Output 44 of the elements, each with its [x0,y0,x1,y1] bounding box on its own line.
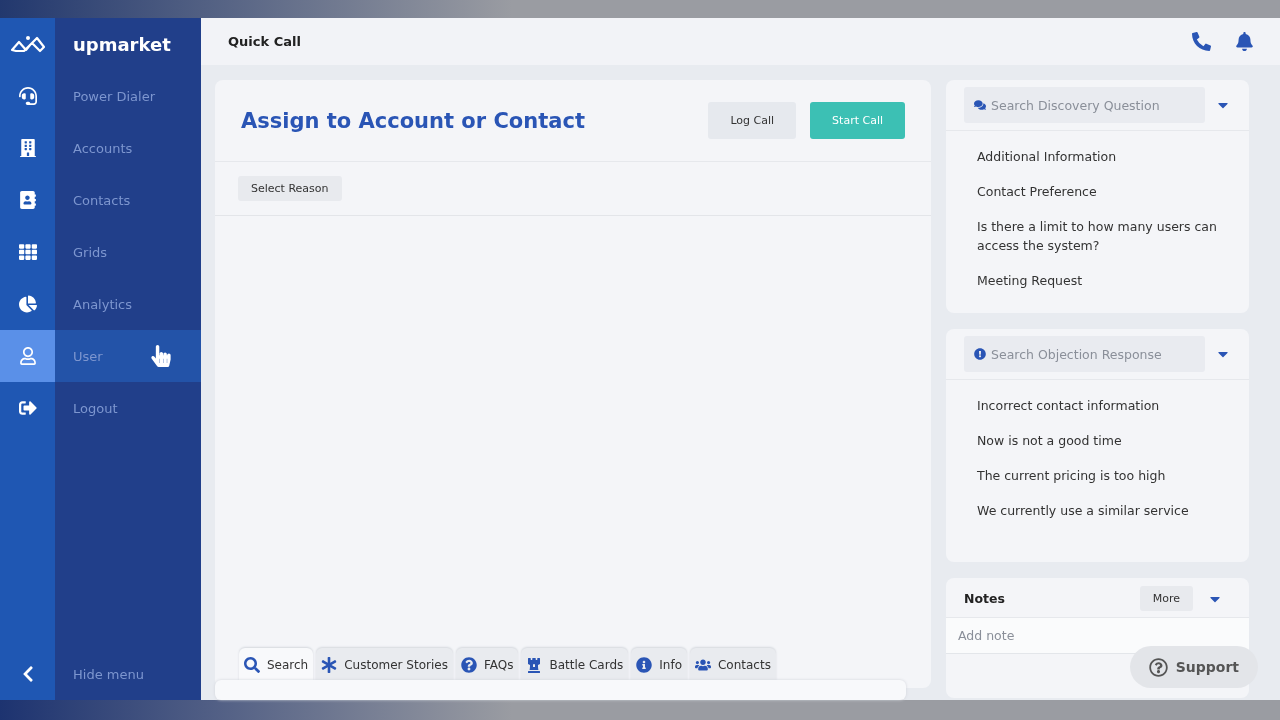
address-book-icon [18,191,37,209]
tab[interactable]: Info [631,648,687,682]
log-call-button[interactable]: Log Call [708,102,797,139]
building-icon [18,139,37,157]
note-input[interactable]: Add note [946,618,1249,654]
list-item[interactable]: Meeting Request [977,263,1229,298]
list-item[interactable]: The current pricing is too high [977,458,1229,493]
user-icon [18,347,37,365]
select-reason-button[interactable]: Select Reason [238,176,342,201]
users-icon [695,657,711,673]
tab[interactable]: Contacts [690,648,776,682]
grid-icon [18,243,37,261]
tab[interactable]: Customer Stories [316,648,453,682]
page-title: Quick Call [228,34,302,49]
exclamation-icon [974,348,986,360]
tab[interactable]: FAQs [455,648,519,682]
notes-title: Notes [964,591,1006,606]
chat-icon [974,99,986,111]
logo-icon [9,34,46,54]
brand-logo: upmarket [72,33,171,55]
list-item[interactable]: Now is not a good time [977,423,1229,458]
search-field[interactable]: Search Discovery Question [964,87,1205,123]
search-icon [244,657,260,673]
more-button[interactable]: More [1139,586,1193,611]
logout-icon [18,399,37,417]
list-item[interactable]: Additional Information [977,139,1229,174]
search-field[interactable]: Search Objection Response [964,336,1205,372]
support-button[interactable]: Support [1129,646,1258,688]
help-icon [1148,657,1168,677]
list-item[interactable]: Contact Preference [977,174,1229,209]
bell-icon[interactable] [1235,32,1254,51]
pie-chart-icon [18,295,37,313]
tab[interactable]: Battle Cards [521,648,629,682]
tab[interactable]: Search [239,648,314,682]
list-item[interactable]: Is there a limit to how many users can access the system? [977,209,1229,263]
question-icon [460,657,477,673]
info-icon [636,657,653,673]
asterisk-icon [321,657,338,673]
headset-icon [18,87,37,105]
phone-icon[interactable] [1192,32,1211,51]
rook-icon [526,657,543,673]
list-item[interactable]: Incorrect contact information [977,388,1229,423]
list-item[interactable]: We currently use a similar service [977,493,1229,528]
card-title: Assign to Account or Contact [241,108,586,133]
